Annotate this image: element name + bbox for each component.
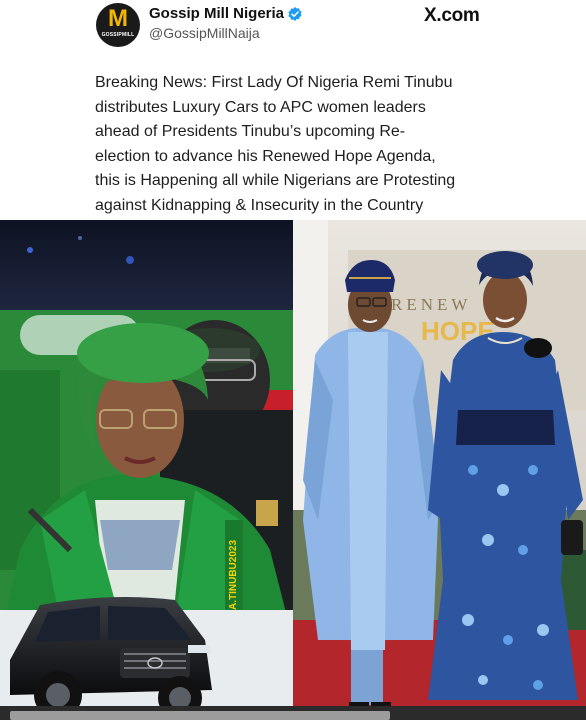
post-line: distributes Luxury Cars to APC women lea…	[95, 98, 426, 116]
couple-photo-illustration: RENEW HOPE	[293, 220, 586, 720]
photo-couple-red-carpet[interactable]: RENEW HOPE	[293, 220, 586, 720]
caption-strip	[0, 706, 586, 720]
post-line: this is Happening all while Nigerians ar…	[95, 172, 456, 189]
post-line: ahead of Presidents Tinubu’s upcoming Re…	[95, 123, 406, 140]
gossip-mill-avatar[interactable]: M GOSSIPMILL	[96, 3, 140, 47]
source-x-logo[interactable]: X.com	[424, 5, 480, 27]
avatar-brand-text: GOSSIPMILL	[101, 32, 135, 38]
backdrop-text: RENEW	[391, 295, 471, 314]
post-line: Breaking News: First Lady Of Nigeria Rem…	[95, 74, 453, 91]
avatar-letter: M	[108, 5, 128, 32]
post-line: election to advance his Renewed Hope Age…	[95, 147, 436, 165]
account-handle[interactable]: @GossipMillNaija	[149, 25, 260, 41]
post-header: M GOSSIPMILL Gossip Mill Nigeria @Gossip…	[0, 0, 586, 60]
account-name[interactable]: Gossip Mill Nigeria	[149, 5, 284, 22]
post-line: against Kidnapping & Insecurity in the C…	[95, 196, 424, 214]
first-lady-photo-illustration: A.TINUBU2023	[0, 220, 293, 720]
bottom-caption-overlay	[0, 706, 586, 720]
sash-text: A.TINUBU2023	[228, 540, 239, 610]
post-text: Breaking News: First Lady Of Nigeria Rem…	[95, 71, 565, 218]
verified-badge-icon	[288, 7, 302, 21]
photo-first-lady-event[interactable]: A.TINUBU2023	[0, 220, 293, 720]
